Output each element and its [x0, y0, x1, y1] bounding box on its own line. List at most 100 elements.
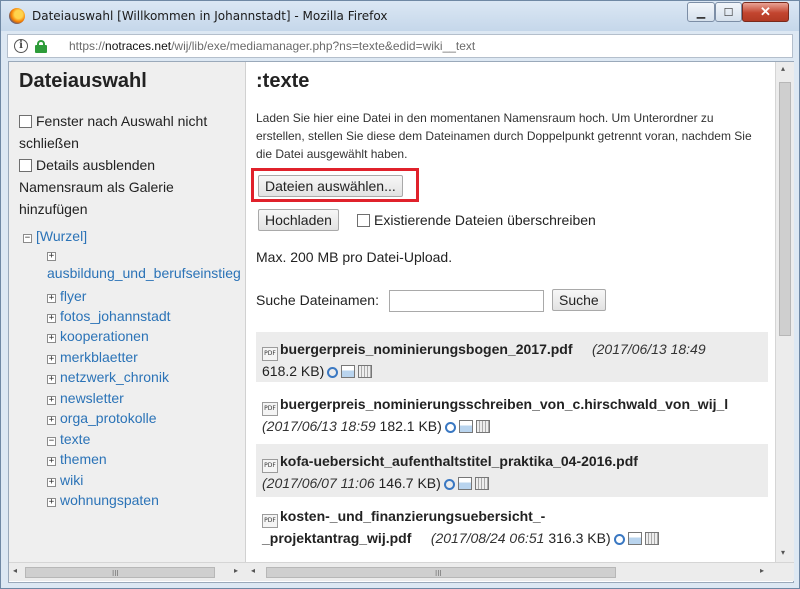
tree-root[interactable]: − [Wurzel] — [23, 228, 87, 244]
tree-node[interactable]: + flyer — [47, 288, 86, 304]
minimize-button[interactable]: ▁ — [687, 2, 715, 22]
expand-icon[interactable]: + — [47, 334, 56, 343]
vertical-scroll-thumb[interactable] — [779, 82, 791, 336]
delete-icon[interactable] — [358, 365, 373, 378]
file-name[interactable]: kofa-uebersicht_aufenthaltstitel_praktik… — [280, 453, 638, 469]
overwrite-option[interactable]: Existierende Dateien überschreiben — [357, 212, 596, 228]
main-scroll-thumb[interactable]: III — [266, 567, 616, 578]
file-item[interactable]: PDF kosten-_und_finanzierungsuebersicht_-… — [256, 502, 768, 562]
expand-icon[interactable]: + — [47, 416, 56, 425]
collapse-icon[interactable]: − — [23, 234, 32, 243]
delete-icon[interactable] — [474, 477, 489, 490]
delete-icon[interactable] — [644, 532, 659, 545]
search-input[interactable] — [389, 290, 544, 312]
tree-node[interactable]: + wohnungspaten — [47, 492, 159, 508]
scroll-right-icon[interactable]: ▸ — [760, 566, 764, 575]
scroll-down-icon[interactable]: ▾ — [781, 548, 785, 557]
tree-node[interactable]: + netzwerk_chronik — [47, 369, 169, 385]
upload-button[interactable]: Hochladen — [258, 209, 339, 231]
lock-icon[interactable] — [35, 40, 47, 53]
url-domain: notraces.net — [105, 39, 172, 53]
tree-node-label[interactable]: merkblaetter — [60, 349, 138, 365]
tree-node-active[interactable]: − texte — [47, 431, 90, 447]
tree-node-label[interactable]: newsletter — [60, 390, 124, 406]
expand-icon[interactable]: + — [47, 294, 56, 303]
file-date: (2017/06/13 18:49 — [591, 341, 706, 357]
collapse-icon[interactable]: − — [47, 437, 56, 446]
max-size-text: Max. 200 MB pro Datei-Upload. — [256, 249, 453, 265]
file-item[interactable]: PDF kofa-uebersicht_aufenthaltstitel_prak… — [256, 444, 768, 497]
scroll-left-icon[interactable]: ◂ — [251, 566, 255, 575]
file-name-line2[interactable]: _projektantrag_wij.pdf — [262, 530, 411, 546]
maximize-button[interactable]: ☐ — [715, 2, 742, 22]
tree-node-label[interactable]: kooperationen — [60, 328, 149, 344]
hide-details-label: Details ausblenden — [36, 157, 156, 173]
image-icon[interactable] — [458, 420, 473, 433]
tree-root-label[interactable]: [Wurzel] — [36, 228, 87, 244]
image-icon[interactable] — [341, 365, 356, 378]
main-horizontal-scrollbar[interactable]: ◂ III ▸ — [246, 562, 794, 581]
tree-node[interactable]: + kooperationen — [47, 328, 149, 344]
pdf-icon: PDF — [262, 402, 278, 416]
option-keep-open[interactable]: Fenster nach Auswahl nicht schließen — [19, 110, 234, 154]
vertical-scrollbar[interactable]: ▴ ▾ — [775, 62, 794, 562]
expand-icon[interactable]: + — [47, 498, 56, 507]
expand-icon[interactable]: + — [47, 375, 56, 384]
tree-node-label[interactable]: wiki — [60, 472, 83, 488]
tree-node-label[interactable]: netzwerk_chronik — [60, 369, 169, 385]
magnifier-icon[interactable] — [443, 479, 455, 490]
expand-icon[interactable]: + — [47, 396, 56, 405]
close-button[interactable]: ✕ — [742, 2, 789, 22]
tree-node-label[interactable]: orga_protokolle — [60, 410, 157, 426]
expand-icon[interactable]: + — [47, 478, 56, 487]
tree-node-label[interactable]: wohnungspaten — [60, 492, 159, 508]
overwrite-label: Existierende Dateien überschreiben — [374, 212, 596, 228]
file-date: (2017/06/07 11:06 — [262, 475, 375, 491]
tree-node-label[interactable]: themen — [60, 451, 107, 467]
search-button[interactable]: Suche — [552, 289, 606, 311]
sidebar-horizontal-scrollbar[interactable]: ◂ III ▸ — [9, 562, 246, 581]
keep-open-checkbox[interactable] — [19, 115, 32, 128]
expand-icon[interactable]: + — [47, 355, 56, 364]
magnifier-icon[interactable] — [444, 422, 456, 433]
option-gallery[interactable]: Namensraum als Galerie hinzufügen — [19, 176, 219, 220]
tree-node-label[interactable]: texte — [60, 431, 90, 447]
file-name[interactable]: buergerpreis_nominierungsschreiben_von_c… — [280, 396, 728, 412]
search-label: Suche Dateinamen: — [256, 292, 379, 308]
magnifier-icon[interactable] — [613, 534, 625, 545]
scroll-up-icon[interactable]: ▴ — [781, 64, 785, 73]
image-icon[interactable] — [627, 532, 642, 545]
tree-node[interactable]: + themen — [47, 451, 107, 467]
file-name-line1[interactable]: kosten-_und_finanzierungsuebersicht_- — [280, 508, 545, 524]
tree-node[interactable]: + wiki — [47, 472, 83, 488]
scroll-right-icon[interactable]: ▸ — [234, 566, 238, 575]
sidebar-scroll-thumb[interactable]: III — [25, 567, 215, 578]
tree-node-label[interactable]: flyer — [60, 288, 86, 304]
magnifier-icon[interactable] — [327, 367, 339, 378]
tree-node[interactable]: + newsletter — [47, 390, 124, 406]
expand-icon[interactable]: + — [47, 314, 56, 323]
delete-icon[interactable] — [475, 420, 490, 433]
overwrite-checkbox[interactable] — [357, 214, 370, 227]
scroll-left-icon[interactable]: ◂ — [13, 566, 17, 575]
keep-open-label: Fenster nach Auswahl nicht schließen — [19, 113, 208, 151]
tree-node[interactable]: + orga_protokolle — [47, 410, 157, 426]
file-item[interactable]: PDF buergerpreis_nominierungsschreiben_vo… — [256, 387, 768, 439]
tree-node-label[interactable]: fotos_johannstadt — [60, 308, 171, 324]
info-icon[interactable]: i — [14, 39, 28, 53]
choose-files-button[interactable]: Dateien auswählen... — [258, 175, 403, 197]
file-item[interactable]: PDF buergerpreis_nominierungsbogen_2017.p… — [256, 332, 768, 382]
expand-icon[interactable]: + — [47, 457, 56, 466]
grip-icon: III — [112, 569, 119, 578]
file-name[interactable]: buergerpreis_nominierungsbogen_2017.pdf — [280, 341, 573, 357]
url-prefix: https:// — [69, 39, 106, 53]
hide-details-checkbox[interactable] — [19, 159, 32, 172]
tree-node[interactable]: ausbildung_und_berufseinstieg — [47, 265, 241, 281]
url-text[interactable]: https://notraces.net/wij/lib/exe/mediama… — [69, 39, 475, 53]
image-icon[interactable] — [457, 477, 472, 490]
option-hide-details[interactable]: Details ausblenden — [19, 154, 155, 176]
tree-node[interactable]: + fotos_johannstadt — [47, 308, 171, 324]
expand-icon[interactable]: + — [47, 252, 56, 261]
tree-node[interactable]: + merkblaetter — [47, 349, 138, 365]
address-bar[interactable]: i https://notraces.net/wij/lib/exe/media… — [7, 34, 793, 58]
